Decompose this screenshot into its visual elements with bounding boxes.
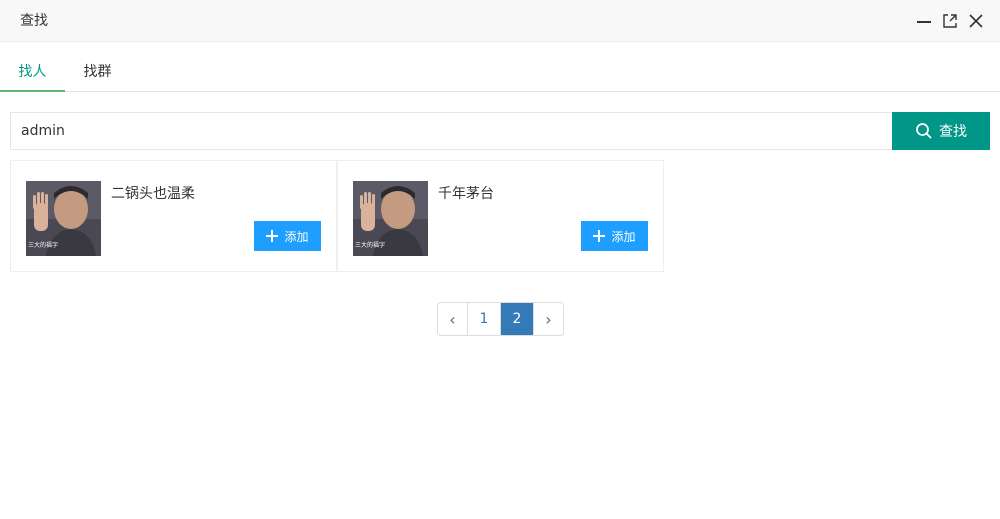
add-friend-button[interactable]: 添加 bbox=[254, 221, 321, 251]
close-icon[interactable] bbox=[967, 12, 985, 30]
add-friend-button[interactable]: 添加 bbox=[581, 221, 648, 251]
page-button-2[interactable]: 2 bbox=[501, 303, 534, 335]
prev-page-button[interactable]: ‹ bbox=[438, 303, 468, 335]
result-name: 二锅头也温柔 bbox=[111, 186, 195, 202]
minimize-icon[interactable] bbox=[915, 12, 933, 30]
dialog-titlebar: 查找 bbox=[0, 0, 1000, 42]
add-button-label: 添加 bbox=[611, 229, 636, 244]
search-button-label: 查找 bbox=[939, 124, 967, 140]
plus-icon bbox=[593, 230, 606, 242]
tab-bar: 找人 找群 bbox=[0, 54, 1000, 92]
avatar-caption: 三大的福字 bbox=[355, 241, 385, 249]
result-card: 三大的福字 二锅头也温柔 添加 bbox=[10, 160, 337, 272]
avatar-caption: 三大的福字 bbox=[28, 241, 58, 249]
pagination: ‹ 1 2 › bbox=[437, 302, 564, 336]
tab-find-groups[interactable]: 找群 bbox=[65, 54, 130, 92]
page-button-1[interactable]: 1 bbox=[468, 303, 501, 335]
dialog-title: 查找 bbox=[20, 13, 48, 29]
search-input[interactable] bbox=[10, 112, 892, 150]
search-icon bbox=[915, 122, 933, 140]
avatar: 三大的福字 bbox=[26, 181, 101, 256]
tab-find-people[interactable]: 找人 bbox=[0, 54, 65, 92]
avatar: 三大的福字 bbox=[353, 181, 428, 256]
maximize-icon[interactable] bbox=[941, 12, 959, 30]
result-name: 千年茅台 bbox=[438, 186, 494, 202]
search-button[interactable]: 查找 bbox=[892, 112, 990, 150]
result-card: 三大的福字 千年茅台 添加 bbox=[337, 160, 664, 272]
add-button-label: 添加 bbox=[284, 229, 309, 244]
next-page-button[interactable]: › bbox=[534, 303, 563, 335]
plus-icon bbox=[266, 230, 279, 242]
